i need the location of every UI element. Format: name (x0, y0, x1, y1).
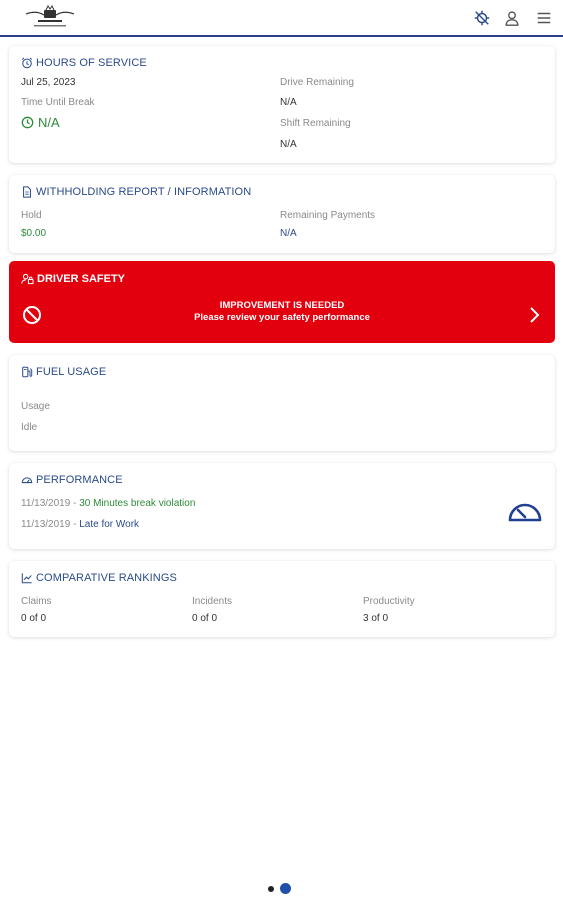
hold-label: Hold (21, 210, 42, 221)
performance-card[interactable]: PERFORMANCE 11/13/2019 - 30 Minutes brea… (9, 463, 555, 549)
performance-item-date: 11/13/2019 (21, 498, 71, 509)
fuel-usage-card[interactable]: FUEL USAGE Usage Idle (9, 355, 555, 451)
shift-remaining-label: Shift Remaining (280, 118, 351, 129)
driver-safety-title: DRIVER SAFETY (21, 273, 125, 285)
performance-item-date: 11/13/2019 (21, 519, 71, 530)
menu-icon[interactable] (535, 9, 553, 27)
performance-item-text: 30 Minutes break violation (79, 498, 196, 509)
alarm-clock-icon (21, 57, 33, 69)
incidents-value: 0 of 0 (192, 613, 218, 624)
usage-label: Usage (21, 401, 50, 412)
safety-message-heading: IMPROVEMENT IS NEEDED (219, 300, 345, 311)
productivity-value: 3 of 0 (363, 613, 389, 624)
idle-label: Idle (21, 422, 38, 433)
remaining-payments-label: Remaining Payments (280, 210, 376, 221)
user-icon[interactable] (503, 9, 521, 27)
time-until-break-label: Time Until Break (21, 97, 95, 108)
page-dot-2-active[interactable] (280, 883, 291, 894)
claims-label: Claims (21, 596, 52, 607)
drive-remaining-label: Drive Remaining (280, 77, 354, 88)
performance-item-text: Late for Work (79, 519, 140, 530)
location-off-icon[interactable] (473, 9, 491, 27)
performance-item[interactable]: 11/13/2019 - 30 Minutes break violation (21, 498, 195, 509)
line-chart-icon (21, 573, 32, 584)
hold-value: $0.00 (21, 228, 47, 239)
hours-of-service-title: HOURS OF SERVICE (21, 57, 147, 69)
remaining-payments-value: N/A (280, 228, 297, 239)
withholding-title: WITHHOLDING REPORT / INFORMATION (21, 186, 251, 198)
company-crest-logo[interactable] (24, 4, 76, 32)
fuel-pump-icon (22, 366, 33, 378)
shift-remaining-value: N/A (280, 139, 297, 150)
safety-message-subtext: Please review your safety performance (194, 312, 370, 323)
performance-item-separator: - (70, 519, 80, 530)
fuel-usage-title: FUEL USAGE (21, 366, 106, 378)
gauge-icon (21, 477, 33, 484)
withholding-card[interactable]: WITHHOLDING REPORT / INFORMATION Hold $0… (9, 175, 555, 253)
driver-safety-card[interactable]: DRIVER SAFETY IMPROVEMENT IS NEEDED Plea… (9, 261, 555, 343)
productivity-label: Productivity (363, 596, 415, 607)
time-until-break-value-row: N/A (21, 115, 60, 130)
safety-message: IMPROVEMENT IS NEEDED Please review your… (69, 300, 495, 324)
claims-value: 0 of 0 (21, 613, 47, 624)
time-until-break-value: N/A (38, 115, 60, 130)
performance-item-separator: - (70, 498, 80, 509)
performance-item[interactable]: 11/13/2019 - Late for Work (21, 519, 139, 530)
comparative-rankings-card[interactable]: COMPARATIVE RANKINGS Claims 0 of 0 Incid… (9, 561, 555, 637)
app-header (0, 0, 563, 37)
speedometer-icon[interactable] (507, 495, 543, 523)
clock-icon (21, 116, 34, 129)
hours-of-service-card[interactable]: HOURS OF SERVICE Jul 25, 2023 Time Until… (9, 46, 555, 163)
drive-remaining-value: N/A (280, 97, 297, 108)
prohibited-icon (23, 306, 41, 324)
hos-date: Jul 25, 2023 (21, 77, 76, 88)
page-dot-1[interactable] (268, 885, 274, 892)
incidents-label: Incidents (192, 596, 233, 607)
comparative-rankings-title: COMPARATIVE RANKINGS (21, 572, 177, 584)
person-lock-icon (21, 273, 34, 285)
performance-title: PERFORMANCE (21, 474, 123, 486)
page-indicator (268, 883, 291, 894)
chevron-right-icon[interactable] (527, 305, 541, 325)
document-icon (23, 186, 31, 198)
